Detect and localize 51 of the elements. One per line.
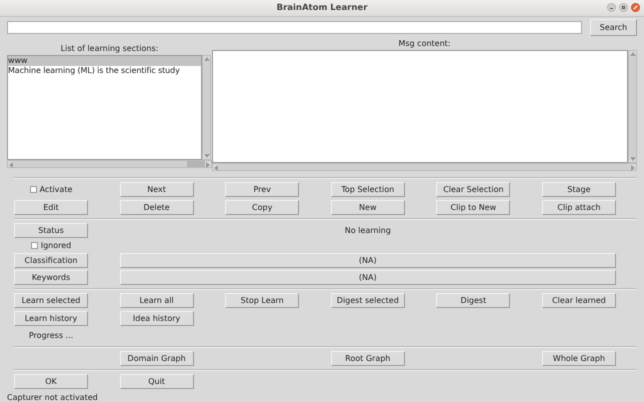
- horizontal-scrollbar[interactable]: [212, 163, 637, 171]
- keywords-value[interactable]: (NA): [120, 270, 616, 285]
- button[interactable]: Learn all: [120, 293, 194, 308]
- vertical-scrollbar[interactable]: [628, 50, 637, 163]
- close-icon[interactable]: [631, 3, 640, 12]
- button[interactable]: Clip attach: [542, 200, 616, 215]
- button[interactable]: Stage: [542, 182, 616, 197]
- button[interactable]: Next: [120, 182, 194, 197]
- button[interactable]: Clear learned: [542, 293, 616, 308]
- checkbox[interactable]: [30, 242, 38, 249]
- checkbox-label: Ignored: [40, 241, 72, 250]
- button[interactable]: OK: [14, 374, 88, 389]
- status-message: Capturer not activated: [6, 392, 99, 402]
- minimize-icon[interactable]: [607, 3, 616, 12]
- checkbox-label: Activate: [40, 185, 72, 194]
- list-label: List of learning sections:: [60, 43, 158, 55]
- classification-button[interactable]: Classification: [14, 253, 88, 268]
- button[interactable]: Prev: [225, 182, 300, 197]
- button[interactable]: New: [330, 200, 405, 215]
- message-text-area[interactable]: [212, 50, 628, 163]
- button[interactable]: Digest selected: [330, 293, 405, 308]
- button[interactable]: Clip to New: [436, 200, 510, 215]
- window-title: BrainAtom Learner: [276, 3, 368, 13]
- button[interactable]: Learn selected: [14, 293, 88, 308]
- search-button[interactable]: Search: [590, 18, 637, 36]
- classification-value[interactable]: (NA): [120, 253, 616, 268]
- button[interactable]: Top Selection: [330, 182, 405, 197]
- maximize-icon[interactable]: [619, 3, 628, 12]
- keywords-button[interactable]: Keywords: [14, 270, 88, 285]
- checkbox[interactable]: [30, 186, 37, 193]
- status-button[interactable]: Status: [14, 223, 88, 238]
- msg-label: Msg content:: [398, 38, 450, 50]
- button[interactable]: Delete: [120, 200, 194, 215]
- button[interactable]: Whole Graph: [542, 351, 616, 366]
- list-item[interactable]: www: [8, 56, 201, 66]
- horizontal-scrollbar[interactable]: [7, 160, 212, 168]
- button[interactable]: Edit: [14, 200, 88, 215]
- progress-text: Progress ...: [28, 330, 74, 342]
- button[interactable]: Idea history: [120, 311, 194, 326]
- list-item[interactable]: Machine learning (ML) is the scientific study: [8, 66, 201, 76]
- button[interactable]: Quit: [120, 374, 194, 389]
- button[interactable]: Root Graph: [330, 351, 405, 366]
- status-text: No learning: [344, 226, 392, 235]
- button[interactable]: Clear Selection: [436, 182, 510, 197]
- search-field[interactable]: [7, 20, 582, 34]
- button[interactable]: Learn history: [14, 311, 88, 326]
- button[interactable]: Digest: [436, 293, 510, 308]
- button[interactable]: Domain Graph: [120, 351, 194, 366]
- vertical-scrollbar[interactable]: [202, 55, 211, 160]
- button[interactable]: Stop Learn: [225, 293, 300, 308]
- button[interactable]: Copy: [225, 200, 300, 215]
